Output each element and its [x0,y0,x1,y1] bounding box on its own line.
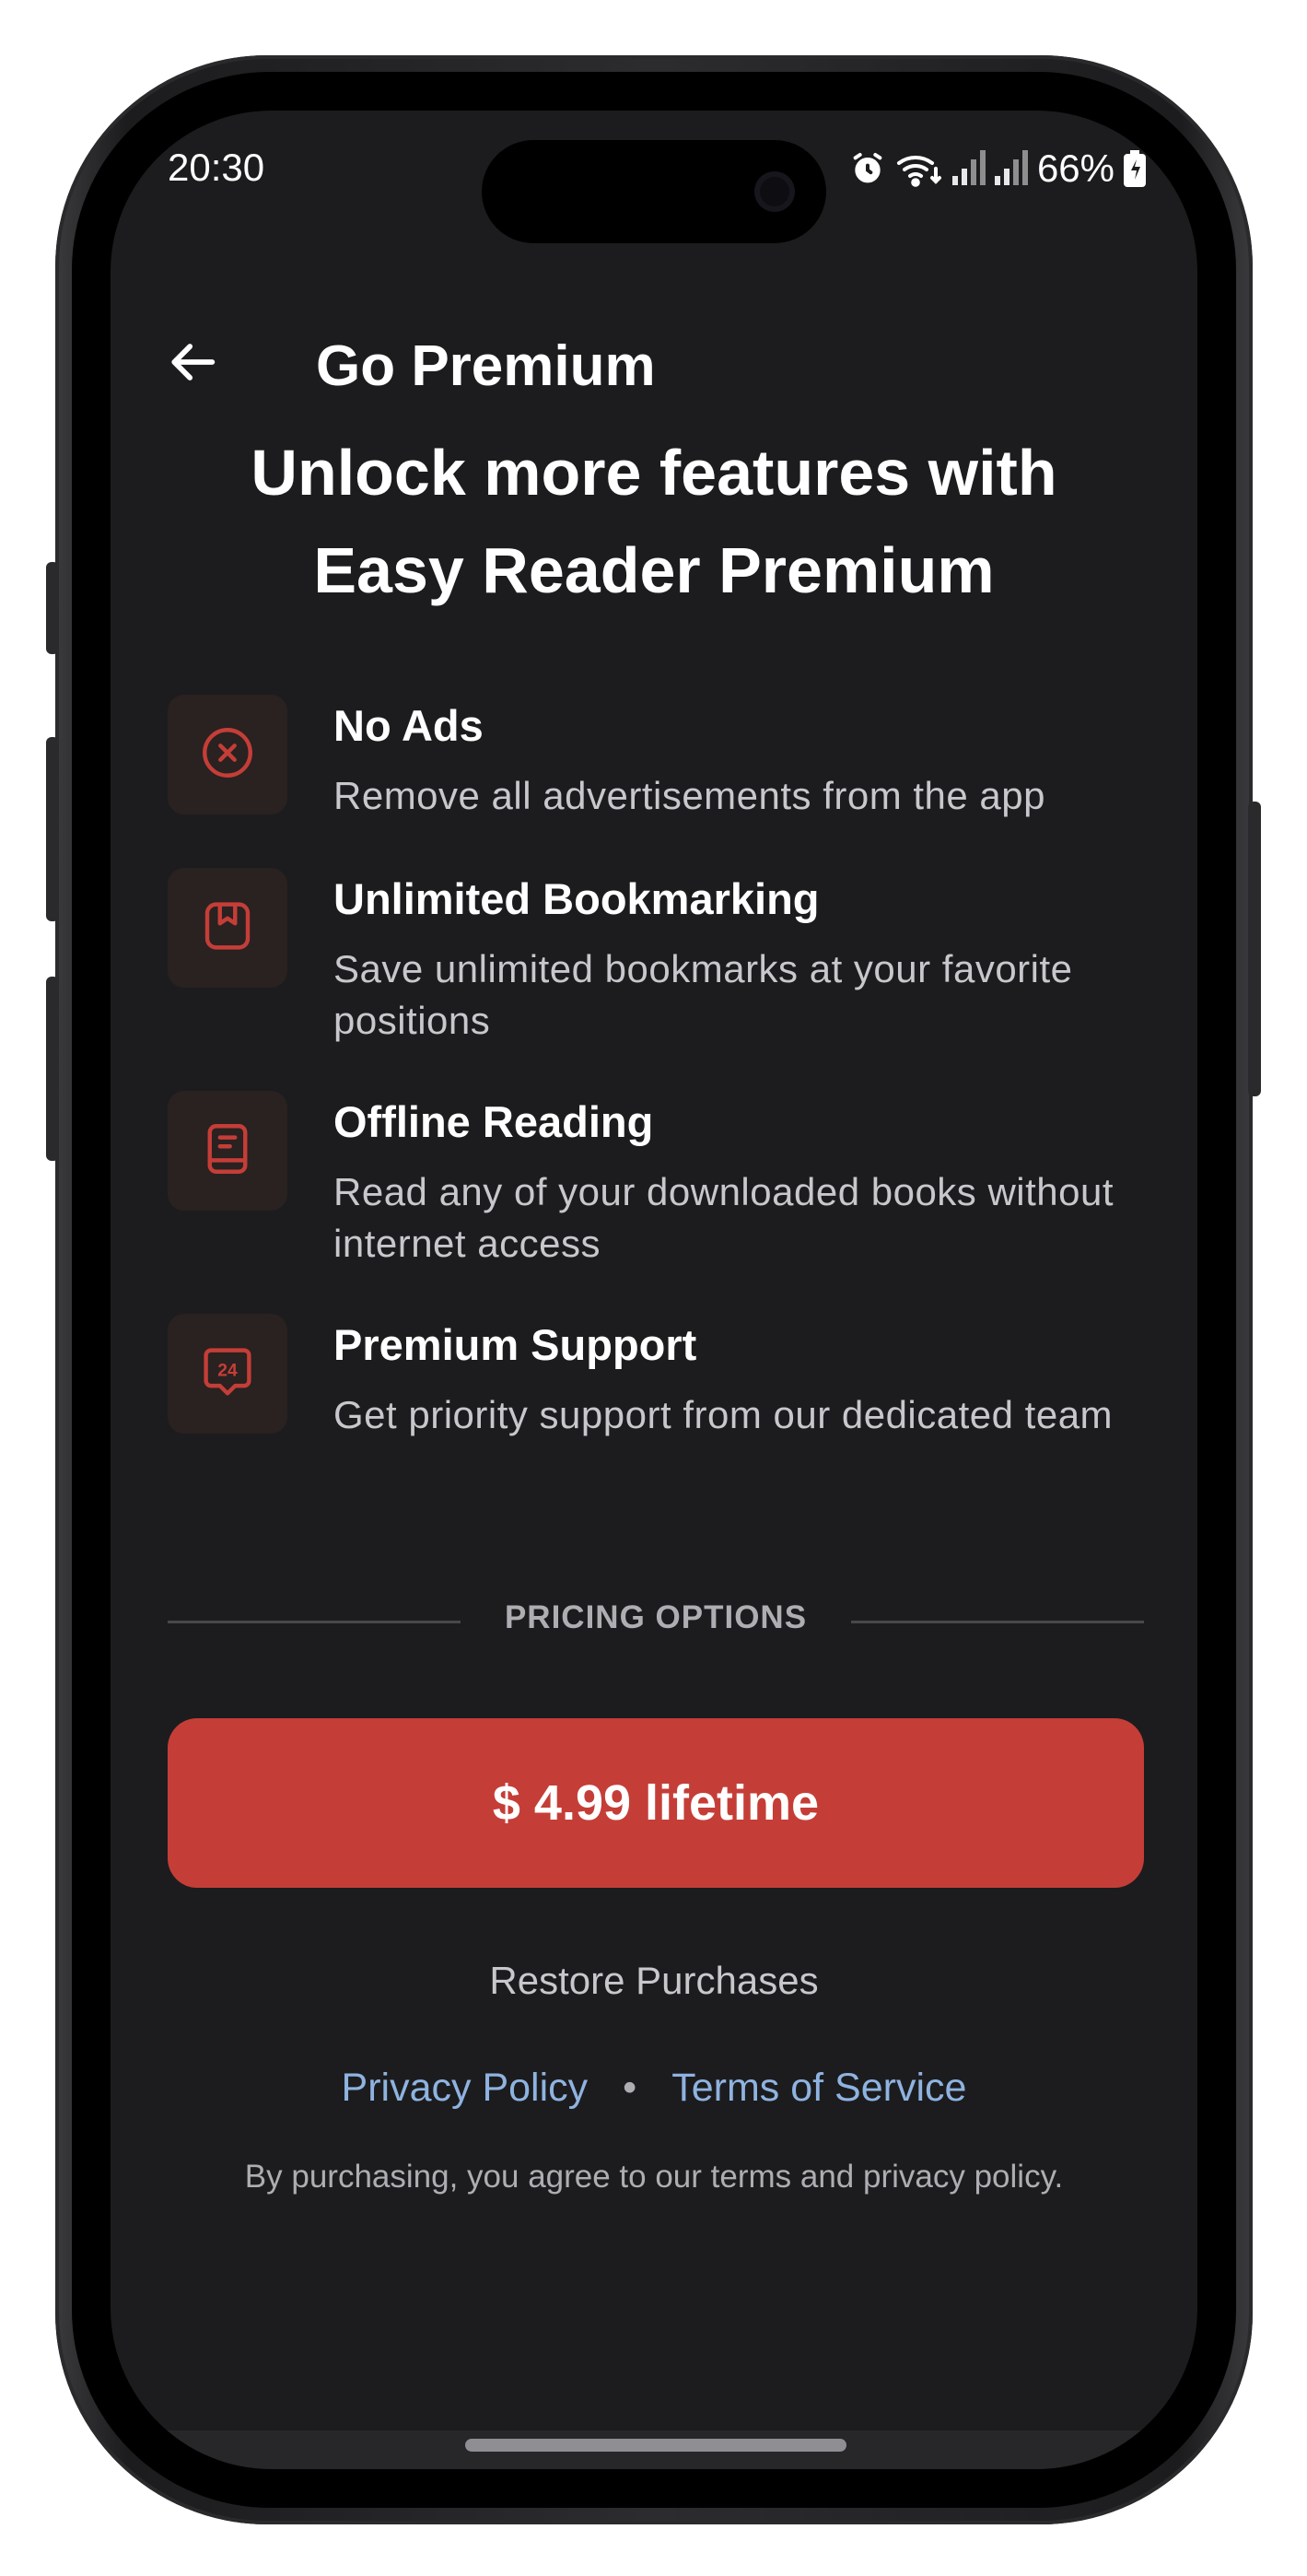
headline-line-1: Unlock more features with [251,437,1057,509]
feature-icon-tile [168,1091,287,1211]
lifetime-purchase-button[interactable]: $ 4.99 lifetime [168,1718,1144,1888]
volume-up-button [46,737,59,921]
signal-icon [951,150,986,187]
feature-title: Offline Reading [333,1097,654,1146]
link-separator: • [623,2066,637,2110]
status-bar: 20:30 66% [111,111,1197,243]
legal-links: Privacy Policy • Terms of Service [111,2066,1197,2111]
feature-title: No Ads [333,701,484,750]
back-button[interactable] [162,332,227,396]
restore-purchases-link[interactable]: Restore Purchases [111,1959,1197,2003]
book-icon [197,1118,258,1184]
headline-line-2: Easy Reader Premium [313,534,995,606]
arrow-left-icon [168,335,221,393]
feature-icon-tile: 24 [168,1314,287,1434]
signal-icon [994,150,1028,187]
feature-icon-tile [168,868,287,988]
headline: Unlock more features with Easy Reader Pr… [166,424,1142,619]
home-indicator[interactable] [465,2439,846,2452]
svg-text:24: 24 [217,1361,238,1380]
dynamic-island [482,140,826,243]
feature-description: Get priority support from our dedicated … [333,1393,1114,1436]
screen: 20:30 66% Go Premium Unlock more feature… [111,111,1197,2469]
wifi-icon [895,148,943,189]
page-title: Go Premium [316,334,656,398]
power-button [1248,802,1261,1096]
feature-title: Premium Support [333,1320,697,1369]
purchase-disclaimer: By purchasing, you agree to our terms an… [244,2159,1064,2195]
status-time: 20:30 [168,146,265,189]
pricing-section-label: PRICING OPTIONS [504,1599,808,1635]
privacy-policy-link[interactable]: Privacy Policy [342,2066,589,2110]
close-circle-icon [197,722,258,788]
app-bar: Go Premium [111,313,1197,415]
camera-icon [754,171,795,212]
feature-icon-tile [168,695,287,814]
battery-percentage: 66% [1036,146,1114,190]
terms-of-service-link[interactable]: Terms of Service [671,2066,966,2110]
alarm-icon [849,150,886,187]
action-button [46,562,59,654]
support-24-icon: 24 [197,1341,258,1407]
bookmark-icon [197,896,258,961]
pricing-divider: PRICING OPTIONS [168,1594,1144,1649]
divider-line-right [851,1621,1144,1623]
feature-description: Remove all advertisements from the app [333,774,1046,817]
feature-description: Read any of your downloaded books withou… [333,1170,1114,1265]
volume-down-button [46,977,59,1161]
feature-title: Unlimited Bookmarking [333,874,820,923]
battery-icon [1124,150,1146,187]
status-icons: 66% [849,146,1146,192]
feature-description: Save unlimited bookmarks at your favorit… [333,947,1073,1042]
